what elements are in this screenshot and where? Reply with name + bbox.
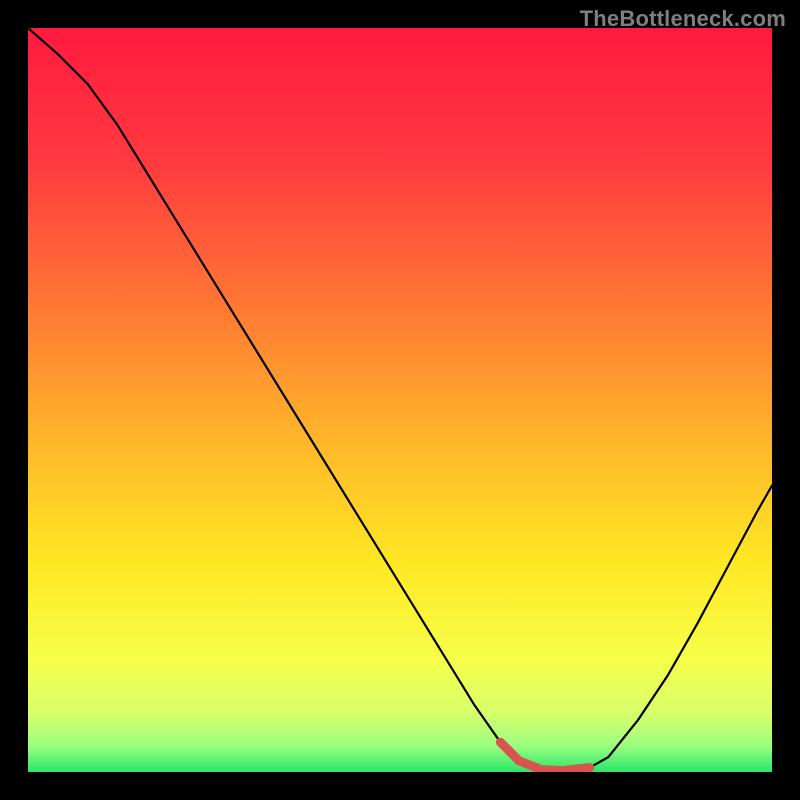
chart-background [28,28,772,772]
bottleneck-curve-chart [28,28,772,772]
watermark-text: TheBottleneck.com [580,6,786,32]
chart-frame [28,28,772,772]
